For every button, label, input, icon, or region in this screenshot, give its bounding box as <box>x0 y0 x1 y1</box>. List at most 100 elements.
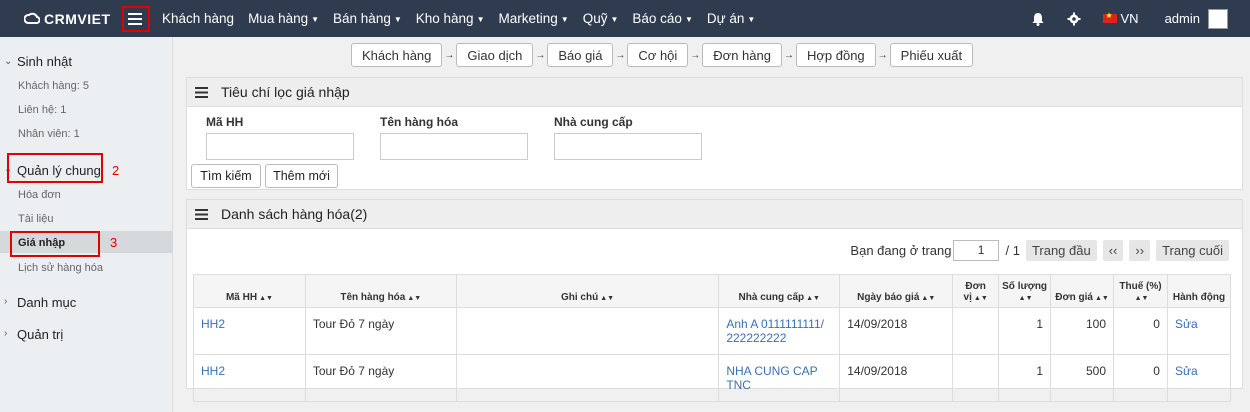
col-price[interactable]: Đơn giá ▲▼ <box>1050 274 1115 308</box>
edit-link[interactable]: Sửa <box>1166 354 1232 402</box>
nav-customers[interactable]: Khách hàng <box>162 11 234 26</box>
name-input[interactable] <box>380 133 528 160</box>
sidebar-group-admin[interactable]: Quản trị <box>17 327 63 342</box>
avatar[interactable] <box>1208 8 1228 29</box>
language-selector[interactable]: VN <box>1121 11 1139 26</box>
col-tax[interactable]: Thuế (%) ▲▼ <box>1113 274 1168 308</box>
sidebar: ⌄ Sinh nhật Khách hàng: 5 Liên hệ: 1 Nhâ… <box>0 37 173 412</box>
supplier-input[interactable] <box>554 133 702 160</box>
label-supplier: Nhà cung cấp <box>554 115 633 129</box>
top-right-tools: VN admin <box>1031 0 1250 37</box>
nav-marketing[interactable]: Marketing ▼ <box>499 11 569 26</box>
process-steps: Khách hàng → Giao dịch → Báo giá → Cơ hộ… <box>351 43 974 67</box>
caret-down-icon: ▼ <box>684 15 693 24</box>
hamburger-icon <box>195 208 208 220</box>
cell-price: 500 <box>1050 354 1115 402</box>
step-contracts[interactable]: Hợp đồng <box>795 43 876 67</box>
code-input[interactable] <box>206 133 354 160</box>
logo-text: CRMVIET <box>44 10 111 27</box>
cell-code[interactable]: HH2 <box>193 307 306 355</box>
caret-down-icon: ▼ <box>476 15 485 24</box>
prev-page-button[interactable]: ‹‹ <box>1102 240 1124 261</box>
sidebar-group-birthday[interactable]: Sinh nhật <box>17 54 72 69</box>
step-orders[interactable]: Đơn hàng <box>702 43 782 67</box>
sort-icon: ▲▼ <box>600 295 615 302</box>
sidebar-item-bday-contacts[interactable]: Liên hệ: 1 <box>18 104 66 116</box>
page-number-input[interactable]: 1 <box>953 240 1000 261</box>
arrow-right-icon: → <box>444 49 455 61</box>
cell-name: Tour Đỏ 7 ngày <box>304 307 457 355</box>
bell-icon[interactable] <box>1031 12 1045 26</box>
caret-down-icon: ▼ <box>393 15 402 24</box>
sidebar-item-docs[interactable]: Tài liệu <box>18 213 53 225</box>
logo[interactable]: CRMVIET <box>24 11 118 27</box>
search-button[interactable]: Tìm kiếm <box>191 164 261 188</box>
col-qty[interactable]: Số lượng ▲▼ <box>998 274 1052 308</box>
cell-qty: 1 <box>998 354 1052 402</box>
nav-sales[interactable]: Bán hàng ▼ <box>333 11 402 26</box>
cell-supplier[interactable]: Anh A 0111111111/ 222222222 <box>718 307 841 355</box>
table-row: HH2 Tour Đỏ 7 ngày Anh A 0111111111/ 222… <box>193 307 1232 355</box>
gear-icon[interactable] <box>1067 12 1081 26</box>
list-panel-header: Danh sách hàng hóa(2) <box>187 200 1242 229</box>
sort-icon: ▲▼ <box>806 295 820 302</box>
caret-down-icon: ▼ <box>610 15 619 24</box>
arrow-right-icon: → <box>877 49 888 61</box>
sort-icon: ▲▼ <box>921 295 936 302</box>
caret-down-icon: ▼ <box>560 15 569 24</box>
col-code[interactable]: Mã HH ▲▼ <box>193 274 306 308</box>
step-transactions[interactable]: Giao dịch <box>456 43 534 67</box>
pager-label: Bạn đang ở trang <box>850 243 952 258</box>
sidebar-item-invoice[interactable]: Hóa đơn <box>18 189 61 201</box>
nav-reports[interactable]: Báo cáo ▼ <box>632 11 692 26</box>
nav-fund[interactable]: Quỹ ▼ <box>583 11 619 26</box>
cell-supplier[interactable]: NHA CUNG CAP TNC <box>718 354 841 402</box>
sort-icon: ▲▼ <box>1018 295 1033 302</box>
step-quotes[interactable]: Báo giá <box>547 43 614 67</box>
sort-icon: ▲▼ <box>1094 295 1109 302</box>
nav-projects[interactable]: Dự án ▼ <box>707 11 755 26</box>
col-action: Hành động <box>1166 274 1232 308</box>
products-table: Mã HH ▲▼ Tên hàng hóa ▲▼ Ghi chú ▲▼ Nhà cun… <box>193 274 1232 402</box>
sidebar-item-bday-customers[interactable]: Khách hàng: 5 <box>18 80 89 92</box>
sidebar-group-catalog[interactable]: Danh mục <box>17 295 76 310</box>
vn-flag-icon[interactable] <box>1102 11 1117 23</box>
cell-name: Tour Đỏ 7 ngày <box>304 354 457 402</box>
step-delivery-notes[interactable]: Phiếu xuất <box>889 43 974 67</box>
chevron-right-icon: › <box>4 296 8 307</box>
cell-date: 14/09/2018 <box>839 307 954 355</box>
step-customers[interactable]: Khách hàng <box>351 43 443 67</box>
nav-purchasing[interactable]: Mua hàng ▼ <box>248 11 319 26</box>
cell-tax: 0 <box>1113 354 1168 402</box>
chevron-down-icon: ⌄ <box>4 56 13 67</box>
table-header-row: Mã HH ▲▼ Tên hàng hóa ▲▼ Ghi chú ▲▼ Nhà cun… <box>193 274 1232 308</box>
col-note[interactable]: Ghi chú ▲▼ <box>455 274 720 308</box>
arrow-right-icon: → <box>783 49 794 61</box>
col-supplier[interactable]: Nhà cung cấp ▲▼ <box>718 274 841 308</box>
caret-down-icon: ▼ <box>747 15 756 24</box>
cell-price: 100 <box>1050 307 1115 355</box>
sidebar-item-history[interactable]: Lịch sử hàng hóa <box>18 262 103 274</box>
nav-warehouse[interactable]: Kho hàng ▼ <box>416 11 485 26</box>
username[interactable]: admin <box>1165 11 1200 26</box>
cell-date: 14/09/2018 <box>839 354 954 402</box>
cell-qty: 1 <box>998 307 1052 355</box>
next-page-button[interactable]: ›› <box>1129 240 1151 261</box>
chevron-right-icon: › <box>4 328 8 339</box>
label-name: Tên hàng hóa <box>380 115 458 129</box>
first-page-button[interactable]: Trang đầu <box>1025 240 1097 261</box>
cell-tax: 0 <box>1113 307 1168 355</box>
cell-code[interactable]: HH2 <box>193 354 306 402</box>
col-date[interactable]: Ngày báo giá ▲▼ <box>839 274 954 308</box>
hamburger-icon <box>195 86 208 98</box>
caret-down-icon: ▼ <box>311 15 320 24</box>
sidebar-item-bday-staff[interactable]: Nhân viên: 1 <box>18 128 80 140</box>
list-panel: Danh sách hàng hóa(2) Bạn đang ở trang 1… <box>186 199 1243 402</box>
col-name[interactable]: Tên hàng hóa ▲▼ <box>304 274 457 308</box>
edit-link[interactable]: Sửa <box>1166 307 1232 355</box>
step-opportunities[interactable]: Cơ hội <box>627 43 689 67</box>
annotation-box-2 <box>7 153 103 183</box>
last-page-button[interactable]: Trang cuối <box>1156 240 1229 261</box>
add-new-button[interactable]: Thêm mới <box>265 164 338 188</box>
col-unit[interactable]: Đơn vị ▲▼ <box>952 274 1000 308</box>
